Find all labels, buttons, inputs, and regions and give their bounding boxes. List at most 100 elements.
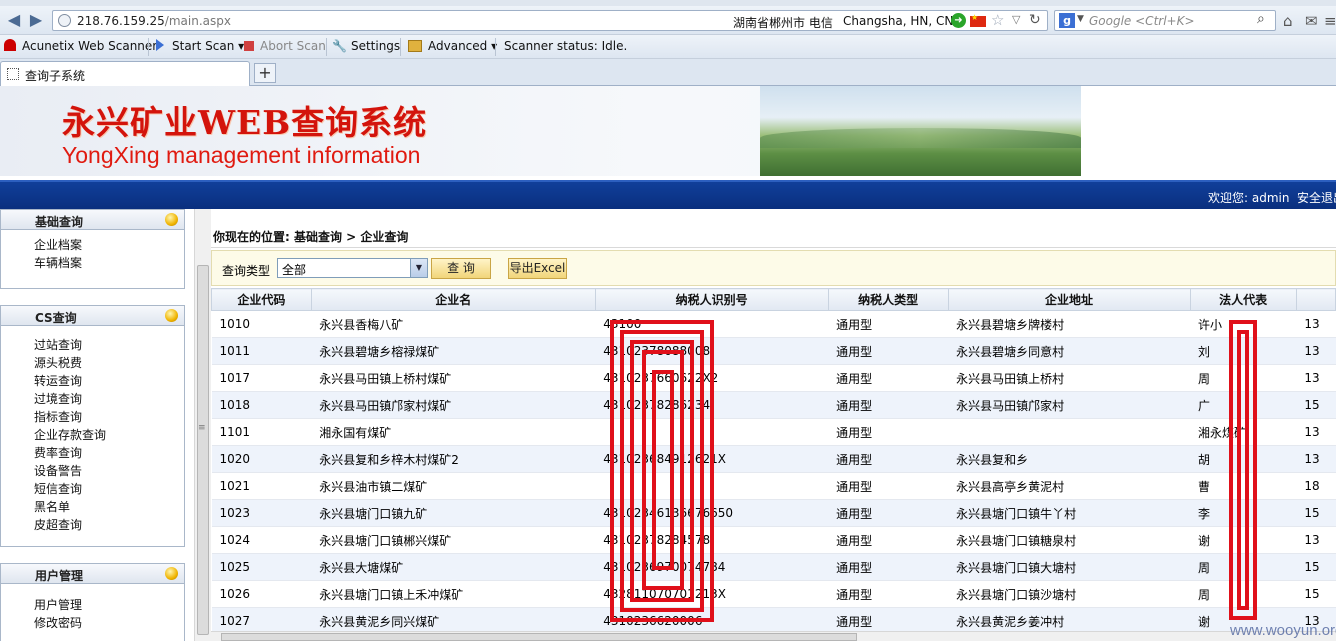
menu-icon[interactable]: ≡ (1324, 12, 1336, 30)
table-cell: 15 (1296, 391, 1336, 419)
column-header-tax-type[interactable]: 纳税人类型 (827, 288, 949, 311)
panel-cs-query: CS查询 过站查询 源头税费 转运查询 过境查询 指标查询 企业存款查询 费率查… (0, 305, 185, 547)
forward-icon[interactable]: ▶ (26, 11, 46, 29)
new-tab-button[interactable]: + (254, 63, 276, 83)
acunetix-toolbar: Acunetix Web Scanner Start Scan ▾ Abort … (0, 35, 1336, 59)
table-horizontal-scrollbar[interactable] (211, 631, 1336, 641)
sidebar-item-source-tax[interactable]: 源头税费 (34, 354, 184, 372)
panel-title: 基础查询 (35, 215, 84, 229)
table-cell: 永兴县塘门口镇郴兴煤矿 (311, 526, 596, 554)
search-icon[interactable]: ⌕ (1257, 11, 1265, 27)
table-cell: 永兴县塘门口镇上禾冲煤矿 (311, 580, 596, 608)
sidebar-item-company-files[interactable]: 企业档案 (34, 236, 184, 254)
column-header-tax-id[interactable]: 纳税人识别号 (594, 288, 829, 311)
table-cell: 湘永国有煤矿 (311, 418, 596, 446)
panel-basic-query: 基础查询 企业档案 车辆档案 (0, 209, 185, 289)
reload-icon[interactable]: ↻ (1029, 12, 1041, 28)
table-cell: 通用型 (828, 364, 949, 392)
table-cell: 永兴县塘门口镇牛丫村 (948, 499, 1190, 527)
table-row[interactable]: 1023 永兴县塘门口镇九矿 43102346136676650 通用型 永兴县塘门口镇… (211, 499, 1336, 527)
go-icon[interactable]: ➜ (951, 13, 966, 28)
settings-button[interactable]: 🔧 Settings (332, 39, 400, 53)
column-header-code[interactable]: 企业代码 (211, 288, 312, 311)
scrollbar-thumb[interactable] (197, 265, 209, 635)
table-cell: 13 (1296, 364, 1336, 392)
table-cell: 永兴县复和乡 (948, 445, 1190, 473)
table-row[interactable]: 1018 永兴县马田镇邝家村煤矿 43102378286234 通用型 永兴县马田镇邝家… (211, 391, 1336, 419)
table-cell: 1011 (211, 337, 312, 365)
scrollbar-thumb[interactable] (221, 633, 857, 641)
table-row[interactable]: 1010 永兴县香梅八矿 43100 通用型 永兴县碧塘乡牌楼村 许小 13 (211, 310, 1336, 338)
advanced-icon (408, 40, 422, 52)
table-cell: 永兴县塘门口镇九矿 (311, 499, 596, 527)
sidebar-item-tare-query[interactable]: 皮超查询 (34, 516, 184, 534)
table-cell: 13 (1296, 445, 1336, 473)
sidebar-item-station-query[interactable]: 过站查询 (34, 336, 184, 354)
query-button[interactable]: 查 询 (431, 258, 491, 279)
sidebar-item-device-warning[interactable]: 设备警告 (34, 462, 184, 480)
sidebar-item-deposit-query[interactable]: 企业存款查询 (34, 426, 184, 444)
panel-toggle-icon[interactable] (165, 567, 178, 580)
back-icon[interactable]: ◀ (4, 11, 24, 29)
export-excel-button[interactable]: 导出Excel (508, 258, 567, 279)
table-row[interactable]: 1026 永兴县塘门口镇上禾冲煤矿 432811070701213X 通用型 永兴县塘门… (211, 580, 1336, 608)
query-type-select[interactable]: 全部 ▼ (277, 258, 428, 278)
bookmark-star-icon[interactable]: ☆ (991, 11, 1004, 29)
table-row[interactable]: 1011 永兴县碧塘乡榕禄煤矿 43102378088008 通用型 永兴县碧塘乡同意村… (211, 337, 1336, 365)
geo-location: 湖南省郴州市 电信 (733, 16, 833, 30)
table-row[interactable]: 1101 湘永国有煤矿 通用型 湘永煤矿 13 (211, 418, 1336, 446)
main-content: 你现在的位置: 基础查询 > 企业查询 查询类型 全部 ▼ 查 询 导出Exce… (211, 209, 1336, 641)
search-box[interactable]: g ▼ Google <Ctrl+K> ⌕ (1054, 10, 1276, 31)
query-type-label: 查询类型 (222, 264, 271, 278)
sidebar-item-indicator-query[interactable]: 指标查询 (34, 408, 184, 426)
table-row[interactable]: 1024 永兴县塘门口镇郴兴煤矿 43102378284578 通用型 永兴县塘门口镇糖… (211, 526, 1336, 554)
history-dropdown-icon[interactable]: ▽ (1012, 13, 1020, 26)
mail-icon[interactable]: ✉ (1305, 12, 1318, 30)
chevron-down-icon[interactable]: ▼ (410, 259, 427, 277)
tab-query-system[interactable]: 查询子系统 (0, 61, 250, 86)
address-bar[interactable]: 218.76.159.25/main.aspx 湖南省郴州市 电信 Changs… (52, 10, 1048, 31)
sidebar-item-user-management[interactable]: 用户管理 (34, 596, 184, 614)
acunetix-brand[interactable]: Acunetix Web Scanner (4, 39, 157, 53)
sidebar-item-rate-query[interactable]: 费率查询 (34, 444, 184, 462)
sidebar-item-transfer-query[interactable]: 转运查询 (34, 372, 184, 390)
sidebar-item-change-password[interactable]: 修改密码 (34, 614, 184, 632)
table-row[interactable]: 1020 永兴县复和乡梓木村煤矿2 431023684912621X 通用型 永兴县复和… (211, 445, 1336, 473)
table-cell: 永兴县碧塘乡同意村 (948, 337, 1190, 365)
panel-toggle-icon[interactable] (165, 309, 178, 322)
table-row[interactable]: 1021 永兴县油市镇二煤矿 通用型 永兴县高亭乡黄泥村曹 18 (211, 472, 1336, 500)
url-text[interactable]: 218.76.159.25/main.aspx (77, 14, 231, 28)
table-row[interactable]: 1017 永兴县马田镇上桥村煤矿 4310237660622X2 通用型 永兴县马田镇上… (211, 364, 1336, 392)
column-header-name[interactable]: 企业名 (310, 288, 596, 311)
table-header: 企业代码 企业名 纳税人识别号 纳税人类型 企业地址 法人代表 (211, 288, 1336, 311)
panel-title: 用户管理 (35, 569, 84, 583)
banner-title-cn: 永兴矿业WEB查询系统 (62, 103, 428, 142)
sidebar-scrollbar[interactable]: ≡ (194, 209, 211, 641)
abort-scan-button[interactable]: Abort Scan (244, 39, 326, 53)
table-row[interactable]: 1025 永兴县大塘煤矿 4310236970074784 通用型 永兴县塘门口镇大塘村… (211, 553, 1336, 581)
browser-navbar: ◀ ▶ 218.76.159.25/main.aspx 湖南省郴州市 电信 Ch… (0, 6, 1336, 35)
sidebar-item-blacklist[interactable]: 黑名单 (34, 498, 184, 516)
scrollbar-grip-icon: ≡ (198, 423, 206, 433)
home-icon[interactable]: ⌂ (1283, 12, 1293, 30)
engine-dropdown-icon[interactable]: ▼ (1077, 14, 1084, 24)
panel-toggle-icon[interactable] (165, 213, 178, 226)
table-cell: 永兴县香梅八矿 (311, 310, 596, 338)
tab-bar: 查询子系统 + (0, 59, 1336, 86)
advanced-button[interactable]: Advanced ▾ (408, 39, 497, 53)
table-cell: 15 (1296, 553, 1336, 581)
sidebar-item-transit-query[interactable]: 过境查询 (34, 390, 184, 408)
redaction-mark (1237, 330, 1249, 610)
table-cell: 永兴县油市镇二煤矿 (311, 472, 596, 500)
sidebar: 基础查询 企业档案 车辆档案 CS查询 过站查询 源头税费 转运查询 过境查询 … (0, 209, 194, 641)
column-header-legal-rep[interactable]: 法人代表 (1189, 288, 1297, 311)
flag-icon (970, 13, 986, 27)
column-header-address[interactable]: 企业地址 (947, 288, 1191, 311)
google-icon[interactable]: g (1059, 13, 1075, 28)
table-cell: 通用型 (828, 553, 949, 581)
sidebar-item-vehicle-files[interactable]: 车辆档案 (34, 254, 184, 272)
start-scan-button[interactable]: Start Scan ▾ (156, 39, 244, 53)
logout-link[interactable]: 安全退出 (1297, 189, 1336, 206)
table-cell: 永兴县马田镇上桥村 (948, 364, 1190, 392)
sidebar-item-sms-query[interactable]: 短信查询 (34, 480, 184, 498)
